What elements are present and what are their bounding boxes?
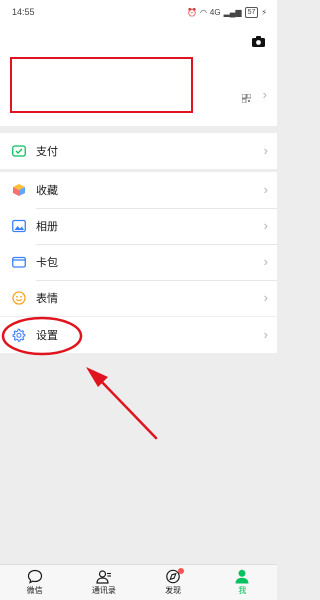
annotation-arrow-head bbox=[86, 367, 108, 387]
menu-item-pay[interactable]: 支付 › bbox=[0, 133, 277, 169]
chevron-right-icon: › bbox=[263, 327, 268, 342]
status-time: 14:55 bbox=[12, 7, 35, 17]
settings-group: 设置 › bbox=[0, 317, 277, 353]
battery-level: 57 bbox=[244, 6, 259, 18]
pay-icon bbox=[11, 144, 26, 159]
annotation-arrow-shaft bbox=[98, 378, 158, 440]
menu-item-label: 表情 bbox=[36, 293, 58, 305]
chevron-right-icon: › bbox=[263, 182, 268, 197]
features-group: 收藏 › 相册 › 卡包 › 表情 › bbox=[0, 172, 277, 316]
chevron-right-icon: › bbox=[262, 87, 267, 102]
menu-item-cards[interactable]: 卡包 › bbox=[0, 244, 277, 280]
status-bar: 14:55 ⏰ ◠ 4G ▂▄▆ 57 ⚡ bbox=[0, 0, 277, 24]
bottom-tab-bar: 微信 通讯录 发现 我 bbox=[0, 564, 277, 600]
tab-label: 微信 bbox=[26, 586, 43, 595]
chat-icon bbox=[27, 569, 42, 584]
menu-item-stickers[interactable]: 表情 › bbox=[0, 280, 277, 316]
wallet-icon bbox=[11, 255, 26, 270]
chevron-right-icon: › bbox=[263, 218, 268, 233]
tab-label: 我 bbox=[238, 586, 247, 595]
menu-item-favorites[interactable]: 收藏 › bbox=[0, 172, 277, 208]
menu-item-settings[interactable]: 设置 › bbox=[0, 317, 277, 353]
picture-icon bbox=[11, 219, 26, 234]
chevron-right-icon: › bbox=[263, 290, 268, 305]
person-icon bbox=[235, 569, 249, 584]
tab-me[interactable]: 我 bbox=[208, 565, 277, 600]
menu-item-label: 设置 bbox=[36, 330, 58, 342]
tab-chats[interactable]: 微信 bbox=[0, 565, 69, 600]
pay-group: 支付 › bbox=[0, 133, 277, 169]
tab-discover[interactable]: 发现 bbox=[139, 565, 208, 600]
charging-icon: ⚡ bbox=[261, 7, 267, 17]
menu-item-label: 相册 bbox=[36, 221, 58, 233]
menu-item-label: 支付 bbox=[36, 146, 58, 158]
menu-item-album[interactable]: 相册 › bbox=[0, 208, 277, 244]
tab-label: 发现 bbox=[165, 586, 182, 595]
tab-label: 通讯录 bbox=[91, 586, 116, 595]
camera-icon[interactable] bbox=[252, 34, 265, 52]
menu-item-label: 收藏 bbox=[36, 185, 58, 197]
profile-header[interactable]: › bbox=[0, 24, 277, 126]
notification-dot bbox=[178, 568, 185, 574]
alarm-icon: ⏰ bbox=[186, 7, 197, 17]
chevron-right-icon: › bbox=[263, 254, 268, 269]
contacts-icon bbox=[96, 570, 111, 584]
wifi-icon: ◠ bbox=[199, 7, 207, 17]
signal-icon: ▂▄▆ bbox=[223, 7, 242, 17]
gear-icon bbox=[11, 328, 26, 343]
tab-contacts[interactable]: 通讯录 bbox=[69, 565, 138, 600]
status-icons: ⏰ ◠ 4G ▂▄▆ 57 ⚡ bbox=[186, 6, 267, 18]
chevron-right-icon: › bbox=[263, 143, 268, 158]
qr-code-icon[interactable] bbox=[241, 90, 252, 108]
smiley-icon bbox=[11, 291, 26, 306]
redacted-profile-annotation bbox=[10, 57, 193, 113]
cube-icon bbox=[11, 183, 26, 198]
menu-item-label: 卡包 bbox=[36, 257, 58, 269]
network-label: 4G bbox=[209, 7, 221, 17]
